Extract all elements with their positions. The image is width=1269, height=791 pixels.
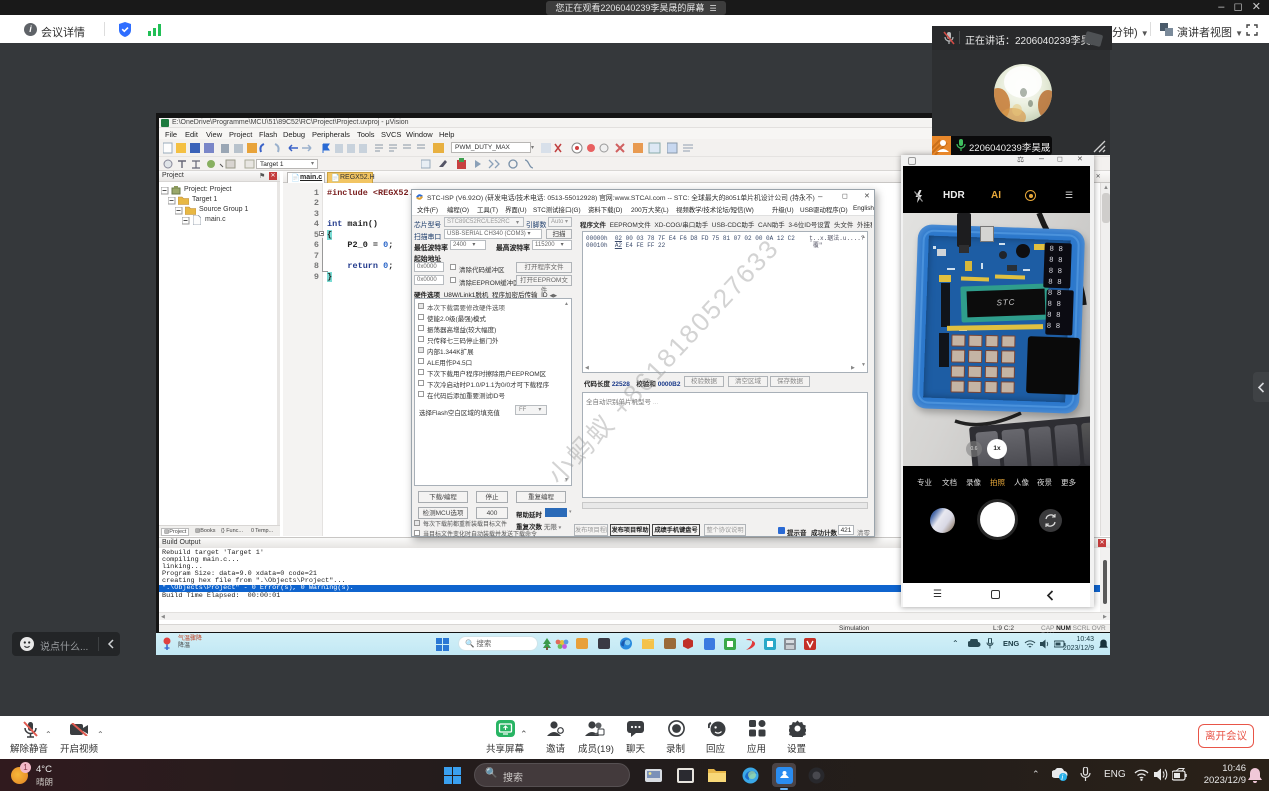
svg-text:i: i xyxy=(1061,773,1063,781)
